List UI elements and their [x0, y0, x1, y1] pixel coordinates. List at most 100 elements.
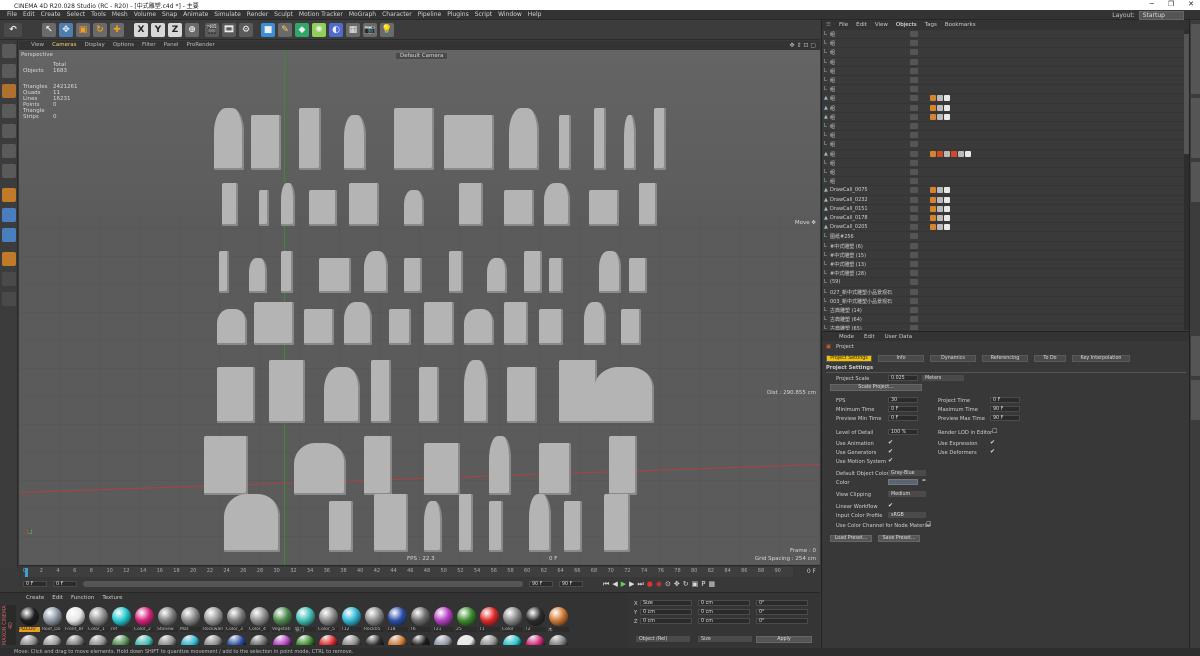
- material-ball[interactable]: [342, 607, 361, 626]
- material-tag-icon[interactable]: [937, 95, 943, 102]
- layout-select[interactable]: Startup: [1138, 11, 1184, 20]
- menu-10[interactable]: Render: [244, 10, 271, 20]
- workplane-icon[interactable]: [2, 104, 16, 118]
- save-preset-button[interactable]: Save Preset...: [878, 535, 920, 542]
- object-menu-4[interactable]: Tags: [921, 22, 941, 28]
- menu-11[interactable]: Sculpt: [271, 10, 296, 20]
- visibility-toggle[interactable]: [910, 325, 918, 330]
- sculpture-model[interactable]: [624, 115, 636, 170]
- material-menu-1[interactable]: Edit: [48, 595, 67, 601]
- material-tag-icon[interactable]: [937, 215, 943, 221]
- axis-y-button[interactable]: Y: [151, 23, 165, 37]
- sculpture-model[interactable]: [419, 367, 439, 423]
- object-menu-1[interactable]: Edit: [852, 22, 871, 28]
- sculpture-model[interactable]: [371, 360, 391, 423]
- visibility-toggle[interactable]: [910, 86, 918, 93]
- undo-icon[interactable]: ↶: [4, 23, 22, 37]
- texture-mode-icon[interactable]: [2, 84, 16, 98]
- object-row[interactable]: L组: [822, 67, 1189, 76]
- sculpture-model[interactable]: [344, 302, 372, 345]
- visibility-toggle[interactable]: [910, 104, 918, 111]
- material-ball[interactable]: [503, 607, 522, 626]
- sculpture-model[interactable]: [299, 108, 321, 170]
- sculpture-model[interactable]: [464, 360, 488, 423]
- sculpture-model[interactable]: [329, 501, 353, 552]
- sculpture-model[interactable]: [544, 183, 570, 226]
- scale-project-button[interactable]: Scale Project...: [830, 384, 922, 391]
- object-row[interactable]: L (59): [822, 278, 1189, 288]
- object-menu-0[interactable]: File: [835, 22, 852, 28]
- sculpture-model[interactable]: [594, 108, 606, 170]
- material-ball[interactable]: [480, 607, 499, 626]
- content-browser-tab[interactable]: [1191, 98, 1200, 158]
- sculpture-model[interactable]: [424, 501, 442, 552]
- max-time-field[interactable]: 90 F: [990, 406, 1020, 412]
- material-tag-icon[interactable]: [930, 196, 936, 203]
- material-ball[interactable]: [388, 607, 407, 626]
- material-ball[interactable]: [296, 607, 315, 626]
- record-icon[interactable]: ●: [647, 580, 653, 589]
- sculpture-model[interactable]: [449, 251, 463, 293]
- viewport-menu-2[interactable]: Display: [81, 41, 109, 50]
- material-ball[interactable]: [319, 607, 338, 626]
- camera-icon[interactable]: 📷: [363, 23, 377, 37]
- viewport-menu-0[interactable]: View: [27, 41, 48, 50]
- material-ball[interactable]: [112, 607, 131, 626]
- material-tag-icon[interactable]: [930, 150, 936, 157]
- project-scale-field[interactable]: 0.025: [888, 375, 918, 381]
- render-lod-checkbox[interactable]: ☐: [992, 428, 997, 435]
- material-ball-row2[interactable]: [273, 635, 292, 645]
- sculpture-model[interactable]: [529, 494, 551, 552]
- tweak-mode-icon[interactable]: [2, 208, 16, 222]
- scale-tool-icon[interactable]: ▣: [76, 23, 90, 37]
- object-row[interactable]: L组: [822, 48, 1189, 58]
- attr-tab-2[interactable]: Dynamics: [930, 355, 976, 362]
- camera-select[interactable]: Default Camera: [395, 52, 449, 60]
- menu-18[interactable]: Window: [495, 10, 525, 20]
- visibility-toggle[interactable]: [910, 95, 918, 102]
- sculpture-model[interactable]: [524, 251, 542, 293]
- sculpture-model[interactable]: [621, 309, 641, 345]
- material-ball[interactable]: [66, 607, 85, 626]
- material-ball-row2[interactable]: [526, 635, 545, 645]
- viewport-nav-icons[interactable]: ✥ ⇕ ⊡ ▢: [790, 42, 816, 49]
- object-row[interactable]: ▲ DrawCall_0205: [822, 223, 1189, 233]
- sculpture-model[interactable]: [539, 443, 571, 495]
- sculpture-model[interactable]: [389, 309, 411, 345]
- material-tag-icon[interactable]: [930, 95, 936, 102]
- grid-icon[interactable]: [2, 292, 16, 306]
- maximize-icon[interactable]: ❐: [1168, 0, 1174, 8]
- param-key-icon[interactable]: P: [701, 580, 705, 589]
- load-preset-button[interactable]: Load Preset...: [830, 535, 872, 542]
- menu-12[interactable]: Motion Tracker: [296, 10, 346, 20]
- material-ball-row2[interactable]: [342, 635, 361, 645]
- sculpture-model[interactable]: [294, 443, 346, 495]
- input-profile-select[interactable]: sRGB: [888, 512, 926, 518]
- material-ball[interactable]: [457, 607, 476, 626]
- material-tag-icon[interactable]: [944, 150, 950, 157]
- material-ball[interactable]: [135, 607, 154, 626]
- object-manager-icons[interactable]: ☰: [822, 22, 835, 28]
- rotate-tool-icon[interactable]: ↻: [93, 23, 107, 37]
- render-view-icon[interactable]: 🎞: [222, 23, 236, 37]
- menu-5[interactable]: Mesh: [109, 10, 131, 20]
- visibility-toggle[interactable]: [910, 307, 918, 313]
- preview-range-slider[interactable]: [83, 581, 523, 587]
- object-menu-5[interactable]: Bookmarks: [941, 22, 980, 28]
- sculpture-model[interactable]: [394, 108, 434, 170]
- object-row[interactable]: ▲ 组: [822, 94, 1189, 104]
- sculpture-model[interactable]: [324, 367, 360, 423]
- color-swatch[interactable]: [888, 479, 918, 485]
- object-row[interactable]: L组: [822, 58, 1189, 67]
- material-ball-row2[interactable]: [296, 635, 315, 645]
- axis-z-button[interactable]: Z: [168, 23, 182, 37]
- sculpture-model[interactable]: [594, 367, 654, 423]
- object-row[interactable]: L组: [822, 85, 1189, 95]
- material-tag-icon[interactable]: [937, 224, 943, 231]
- structure-tab[interactable]: [1191, 162, 1200, 202]
- objects-tab[interactable]: [1191, 24, 1200, 94]
- material-tag-icon[interactable]: [937, 196, 943, 203]
- sculpture-model[interactable]: [464, 309, 494, 345]
- coord-pos-z[interactable]: 0 cm: [640, 618, 692, 624]
- sculpture-model[interactable]: [404, 258, 422, 293]
